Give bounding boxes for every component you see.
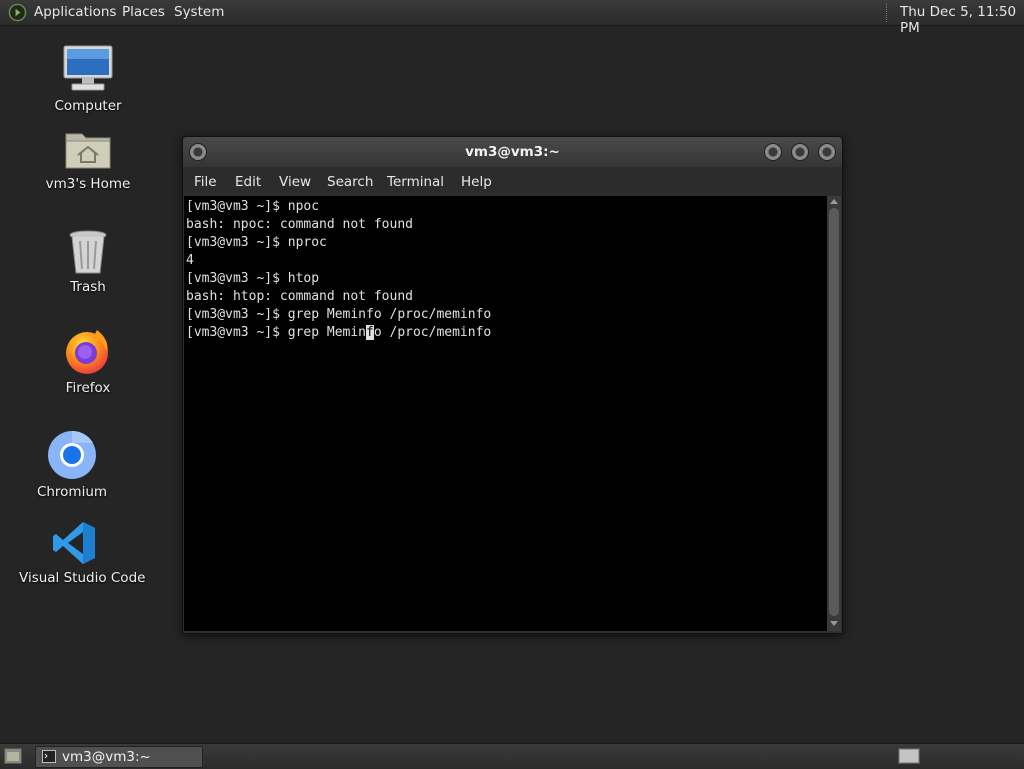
close-button[interactable] (818, 143, 836, 161)
terminal-current-line[interactable]: [vm3@vm3 ~]$ grep Meminfo /proc/meminfo (186, 324, 491, 342)
menu-view[interactable]: View (279, 174, 311, 190)
input-before-cursor: [vm3@vm3 ~]$ grep Memin (186, 325, 367, 340)
applications-menu[interactable]: Applications (34, 4, 116, 20)
desktop-icon-label: Visual Studio Code (19, 570, 146, 586)
trash-icon (69, 230, 107, 274)
terminal-icon (42, 750, 56, 763)
terminal-scrollbar[interactable] (827, 196, 841, 631)
desktop-icon-computer[interactable]: Computer (33, 44, 143, 114)
desktop-icon-label: Computer (54, 98, 122, 114)
terminal-line: [vm3@vm3 ~]$ grep Meminfo /proc/meminfo (186, 307, 492, 322)
chromium-icon (48, 430, 96, 479)
minimize-button[interactable] (764, 143, 782, 161)
desktop-icon-home[interactable]: vm3's Home (33, 128, 143, 192)
terminal-line: bash: npoc: command not found (186, 217, 413, 232)
scroll-down-arrow-icon[interactable] (830, 621, 838, 626)
desktop-icon-label: Trash (70, 279, 106, 295)
terminal-window[interactable]: vm3@vm3:~ File Edit View Search Terminal… (182, 136, 843, 634)
terminal-output[interactable]: [vm3@vm3 ~]$ npoc bash: npoc: command no… (184, 196, 827, 631)
menu-edit[interactable]: Edit (235, 174, 261, 190)
computer-icon (63, 45, 113, 91)
desktop-icon-label: Firefox (65, 380, 111, 396)
desktop-icon-label: vm3's Home (45, 176, 131, 192)
scrollbar-thumb[interactable] (829, 208, 839, 616)
show-desktop-icon[interactable] (4, 748, 22, 764)
desktop-icon-trash[interactable]: Trash (33, 229, 143, 295)
maximize-button[interactable] (791, 143, 809, 161)
distro-logo-icon[interactable] (8, 3, 27, 22)
menu-terminal[interactable]: Terminal (387, 174, 444, 190)
terminal-line: [vm3@vm3 ~]$ nproc (186, 235, 327, 250)
input-after-cursor: o /proc/meminfo (373, 325, 492, 340)
terminal-menubar: File Edit View Search Terminal Help (183, 167, 842, 195)
taskbar-window-label: vm3@vm3:~ (62, 749, 151, 765)
text-cursor: f (366, 325, 374, 340)
scroll-up-arrow-icon[interactable] (830, 199, 838, 204)
places-menu[interactable]: Places (122, 4, 165, 20)
terminal-line: [vm3@vm3 ~]$ npoc (186, 199, 320, 214)
terminal-line: [vm3@vm3 ~]$ htop (186, 271, 320, 286)
panel-separator (886, 3, 889, 22)
desktop-icon-firefox[interactable]: Firefox (33, 326, 143, 396)
taskbar-window-button[interactable]: vm3@vm3:~ (35, 746, 203, 768)
desktop-icon-label: Chromium (36, 484, 108, 500)
terminal-line: 4 (186, 253, 194, 268)
desktop-icon-vscode[interactable]: Visual Studio Code (19, 520, 146, 586)
firefox-icon (66, 330, 108, 374)
clock[interactable]: Thu Dec 5, 11:50 PM (900, 4, 1024, 36)
window-title: vm3@vm3:~ (465, 144, 560, 160)
home-folder-icon (65, 133, 111, 169)
workspace-switcher-icon[interactable] (898, 748, 920, 764)
window-titlebar[interactable]: vm3@vm3:~ (183, 137, 842, 167)
vscode-icon (53, 522, 95, 564)
bottom-panel: vm3@vm3:~ (0, 743, 1024, 769)
menu-help[interactable]: Help (461, 174, 492, 190)
menu-file[interactable]: File (194, 174, 217, 190)
desktop-icon-chromium[interactable]: Chromium (17, 430, 127, 500)
top-panel: Applications Places System Thu Dec 5, 11… (0, 0, 1024, 36)
menu-search[interactable]: Search (327, 174, 373, 190)
system-menu[interactable]: System (174, 4, 224, 20)
terminal-line: bash: htop: command not found (186, 289, 413, 304)
